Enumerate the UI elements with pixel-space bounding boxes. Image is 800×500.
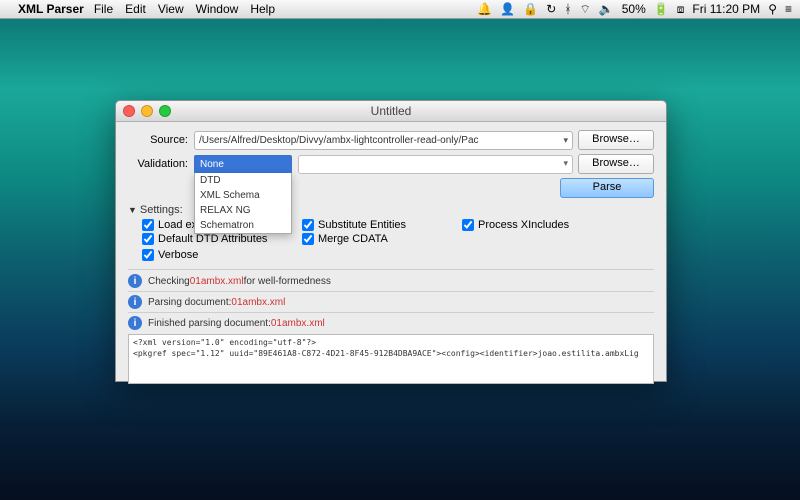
source-field[interactable]: /Users/Alfred/Desktop/Divvy/ambx-lightco… xyxy=(194,131,573,150)
check-default-attrs[interactable]: Default DTD Attributes xyxy=(142,233,302,245)
log-line-checking: i Checking 01ambx.xml for well-formednes… xyxy=(128,274,654,288)
browse-source-button[interactable]: Browse… xyxy=(578,130,654,150)
schema-field[interactable]: ▾ xyxy=(298,155,573,174)
log-line-parsing: i Parsing document: 01ambx.xml xyxy=(128,295,654,309)
menu-extra-icon[interactable]: ≡ xyxy=(785,2,792,16)
check-sub-entities[interactable]: Substitute Entities xyxy=(302,219,462,231)
chevron-down-icon[interactable]: ▾ xyxy=(563,132,568,149)
validation-label: Validation: xyxy=(128,158,188,170)
checkbox[interactable] xyxy=(142,233,154,245)
chevron-down-icon[interactable]: ▾ xyxy=(563,158,568,169)
disclosure-triangle-icon: ▼ xyxy=(128,205,137,215)
checkbox[interactable] xyxy=(302,219,314,231)
parse-button[interactable]: Parse xyxy=(560,178,654,198)
window-title: Untitled xyxy=(116,104,666,118)
settings-label: Settings: xyxy=(140,204,183,216)
spotlight-icon[interactable]: ⚲ xyxy=(768,2,777,16)
info-icon: i xyxy=(128,295,142,309)
volume-icon[interactable]: 🔈 xyxy=(599,2,614,16)
window-titlebar[interactable]: Untitled xyxy=(116,101,666,122)
output-pane[interactable]: <?xml version="1.0" encoding="utf-8"?> <… xyxy=(128,334,654,384)
validation-selected: None xyxy=(195,156,291,173)
clock[interactable]: Fri 11:20 PM xyxy=(692,2,760,16)
browse-schema-button[interactable]: Browse… xyxy=(578,154,654,174)
check-proc-xincludes[interactable]: Process XIncludes xyxy=(462,219,622,231)
checkbox[interactable] xyxy=(142,249,154,261)
info-icon: i xyxy=(128,316,142,330)
notification-icon[interactable]: 🔔 xyxy=(477,2,492,16)
checkbox[interactable] xyxy=(462,219,474,231)
menu-view[interactable]: View xyxy=(158,2,184,16)
separator xyxy=(128,269,654,270)
app-window: Untitled Source: /Users/Alfred/Desktop/D… xyxy=(115,100,667,382)
lock-icon[interactable]: 🔒 xyxy=(523,2,538,16)
checkbox[interactable] xyxy=(142,219,154,231)
validation-option-schematron[interactable]: Schematron xyxy=(195,218,291,233)
battery-icon[interactable]: 🔋 xyxy=(654,2,669,16)
log-area: i Checking 01ambx.xml for well-formednes… xyxy=(128,274,654,330)
info-icon: i xyxy=(128,274,142,288)
validation-option-xmlschema[interactable]: XML Schema xyxy=(195,188,291,203)
check-merge-cdata[interactable]: Merge CDATA xyxy=(302,233,462,245)
validation-dropdown: DTD XML Schema RELAX NG Schematron xyxy=(194,173,292,234)
sync-icon[interactable]: ↻ xyxy=(546,2,556,16)
menu-edit[interactable]: Edit xyxy=(125,2,146,16)
app-menu[interactable]: XML Parser xyxy=(18,2,84,16)
dropbox-icon[interactable]: ⧈ xyxy=(677,2,685,17)
mac-menubar: XML Parser File Edit View Window Help 🔔 … xyxy=(0,0,800,19)
battery-percent: 50% xyxy=(622,2,646,16)
validation-select[interactable]: None DTD XML Schema RELAX NG Schematron xyxy=(194,155,292,174)
menu-file[interactable]: File xyxy=(94,2,113,16)
output-line: <?xml version="1.0" encoding="utf-8"?> xyxy=(133,337,649,348)
wifi-icon[interactable]: ⌔ xyxy=(580,2,591,17)
log-line-finished: i Finished parsing document: 01ambx.xml xyxy=(128,316,654,330)
source-value: /Users/Alfred/Desktop/Divvy/ambx-lightco… xyxy=(199,132,479,149)
menu-help[interactable]: Help xyxy=(250,2,275,16)
validation-option-dtd[interactable]: DTD xyxy=(195,173,291,188)
menu-window[interactable]: Window xyxy=(196,2,239,16)
validation-option-relaxng[interactable]: RELAX NG xyxy=(195,203,291,218)
bluetooth-icon[interactable]: ᚼ xyxy=(564,2,571,16)
checkbox[interactable] xyxy=(302,233,314,245)
check-verbose[interactable]: Verbose xyxy=(142,249,622,261)
output-line: <pkgref spec="1.12" uuid="89E461A8-C872-… xyxy=(133,348,649,359)
source-label: Source: xyxy=(128,134,188,146)
user-icon[interactable]: 👤 xyxy=(500,2,515,16)
